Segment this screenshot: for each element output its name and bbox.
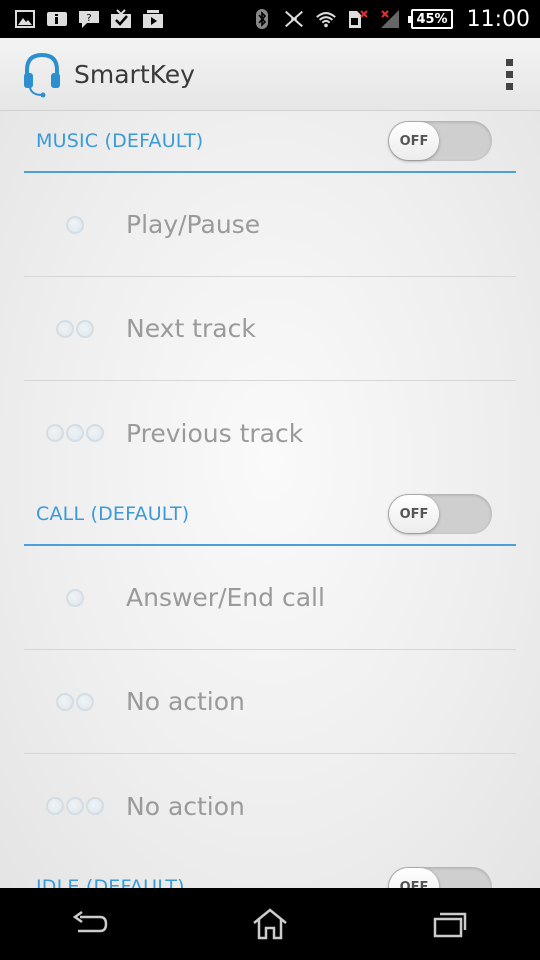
music-toggle[interactable]: OFF bbox=[388, 121, 492, 161]
idle-toggle[interactable]: OFF bbox=[388, 867, 492, 888]
bluetooth-icon bbox=[251, 9, 273, 29]
section-header-idle: IDLE (DEFAULT) OFF bbox=[24, 857, 516, 888]
headset-icon bbox=[22, 50, 62, 98]
list-item-music-double-press[interactable]: Next track bbox=[24, 277, 516, 381]
row-label: No action bbox=[126, 687, 245, 716]
gallery-icon bbox=[14, 9, 36, 29]
section-title-call: CALL (DEFAULT) bbox=[36, 503, 190, 525]
signal-icon bbox=[379, 9, 401, 29]
section-title-idle: IDLE (DEFAULT) bbox=[36, 876, 185, 888]
single-press-icon bbox=[24, 588, 126, 607]
section-title-music: MUSIC (DEFAULT) bbox=[36, 130, 204, 152]
double-press-icon bbox=[24, 692, 126, 711]
info-icon bbox=[46, 9, 68, 29]
settings-list[interactable]: MUSIC (DEFAULT) OFF Play/Pause Next trac… bbox=[0, 111, 540, 888]
nfc-icon bbox=[283, 9, 305, 29]
row-label: Answer/End call bbox=[126, 583, 325, 612]
row-label: Next track bbox=[126, 314, 256, 343]
clock: 11:00 bbox=[466, 6, 530, 32]
video-store-icon bbox=[142, 9, 164, 29]
list-item-music-triple-press[interactable]: Previous track bbox=[24, 381, 516, 485]
recent-apps-icon[interactable] bbox=[405, 894, 495, 954]
row-label: No action bbox=[126, 791, 245, 821]
row-label: Previous track bbox=[126, 418, 304, 448]
chat-icon: ? bbox=[78, 9, 100, 29]
list-item-call-double-press[interactable]: No action bbox=[24, 650, 516, 754]
toggle-knob: OFF bbox=[389, 122, 439, 160]
home-icon[interactable] bbox=[225, 894, 315, 954]
status-bar-system: 45% 11:00 bbox=[251, 7, 530, 32]
triple-press-icon bbox=[24, 797, 126, 815]
triple-press-icon bbox=[24, 424, 126, 442]
section-header-music: MUSIC (DEFAULT) OFF bbox=[24, 111, 516, 173]
list-item-call-single-press[interactable]: Answer/End call bbox=[24, 546, 516, 650]
row-label: Play/Pause bbox=[126, 210, 261, 239]
overflow-menu-icon[interactable] bbox=[494, 50, 524, 98]
toggle-knob: OFF bbox=[389, 495, 439, 533]
status-bar: ? 45% 11:00 bbox=[0, 0, 540, 38]
single-press-icon bbox=[24, 215, 126, 234]
action-bar: SmartKey bbox=[0, 38, 540, 111]
back-icon[interactable] bbox=[45, 894, 135, 954]
download-check-icon bbox=[110, 9, 132, 29]
app-title: SmartKey bbox=[74, 59, 195, 89]
battery-indicator: 45% bbox=[408, 9, 453, 29]
section-header-call: CALL (DEFAULT) OFF bbox=[24, 484, 516, 546]
list-item-call-triple-press[interactable]: No action bbox=[24, 754, 516, 858]
call-toggle[interactable]: OFF bbox=[388, 494, 492, 534]
wifi-icon bbox=[315, 9, 337, 29]
status-bar-notifications: ? bbox=[14, 9, 164, 29]
list-item-music-single-press[interactable]: Play/Pause bbox=[24, 173, 516, 277]
toggle-knob: OFF bbox=[389, 868, 439, 888]
svg-text:?: ? bbox=[86, 13, 91, 24]
double-press-icon bbox=[24, 319, 126, 338]
no-sim-icon bbox=[347, 9, 369, 29]
navigation-bar bbox=[0, 888, 540, 960]
